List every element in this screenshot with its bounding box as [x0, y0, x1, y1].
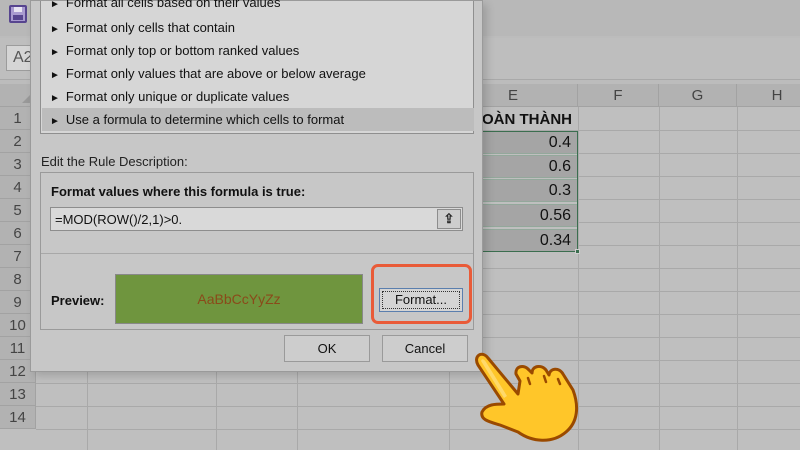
- arrow-right-icon: ►: [50, 116, 60, 127]
- formula-input[interactable]: [50, 207, 463, 231]
- format-button[interactable]: Format...: [379, 288, 463, 312]
- column-header-h[interactable]: H: [737, 84, 800, 107]
- grid-line: [36, 429, 800, 430]
- row-header-13[interactable]: 13: [0, 383, 36, 406]
- section-divider: [41, 253, 473, 254]
- rule-description-box: Format values where this formula is true…: [40, 172, 474, 330]
- column-header-g[interactable]: G: [659, 84, 737, 107]
- grid-line: [36, 406, 800, 407]
- formula-label: Format values where this formula is true…: [51, 184, 306, 199]
- cancel-button[interactable]: Cancel: [382, 335, 468, 362]
- preview-swatch: AaBbCcYyZz: [115, 274, 363, 324]
- rule-type-item[interactable]: ► Format only unique or duplicate values: [42, 85, 474, 108]
- rule-type-item[interactable]: ► Format only values that are above or be…: [42, 62, 474, 85]
- preview-label: Preview:: [51, 293, 105, 308]
- arrow-right-icon: ►: [50, 0, 60, 10]
- rule-type-label: Format only top or bottom ranked values: [65, 43, 300, 58]
- rule-type-label: Format all cells based on their values: [65, 0, 281, 10]
- arrow-right-icon: ►: [50, 70, 60, 81]
- collapse-dialog-icon[interactable]: ⇪: [437, 209, 461, 229]
- formatting-rule-dialog: ► Format all cells based on their values …: [30, 0, 483, 372]
- row-header-14[interactable]: 14: [0, 406, 36, 429]
- arrow-right-icon: ►: [50, 93, 60, 104]
- arrow-right-icon: ►: [50, 24, 60, 35]
- rule-type-label: Format only cells that contain: [65, 20, 235, 35]
- hand-pointer-icon: [475, 352, 579, 442]
- rule-type-label: Use a formula to determine which cells t…: [65, 112, 345, 127]
- edit-rule-heading: Edit the Rule Description:: [41, 154, 188, 169]
- rule-type-item[interactable]: ► Format only top or bottom ranked values: [42, 39, 474, 62]
- column-header-f[interactable]: F: [578, 84, 659, 107]
- focus-ring: [382, 291, 460, 309]
- grid-line: [659, 107, 660, 450]
- rule-type-label: Format only values that are above or bel…: [65, 66, 366, 81]
- rule-type-list[interactable]: ► Format all cells based on their values …: [40, 0, 474, 134]
- arrow-right-icon: ►: [50, 47, 60, 58]
- ok-button[interactable]: OK: [284, 335, 370, 362]
- save-icon[interactable]: [9, 5, 27, 23]
- rule-type-item-selected[interactable]: ► Use a formula to determine which cells …: [42, 108, 474, 131]
- grid-line: [737, 107, 738, 450]
- fill-handle[interactable]: [575, 249, 580, 254]
- rule-type-item[interactable]: ► Format only cells that contain: [42, 16, 474, 39]
- rule-type-label: Format only unique or duplicate values: [65, 89, 290, 104]
- grid-line: [36, 383, 800, 384]
- rule-type-item[interactable]: ► Format all cells based on their values: [42, 0, 474, 14]
